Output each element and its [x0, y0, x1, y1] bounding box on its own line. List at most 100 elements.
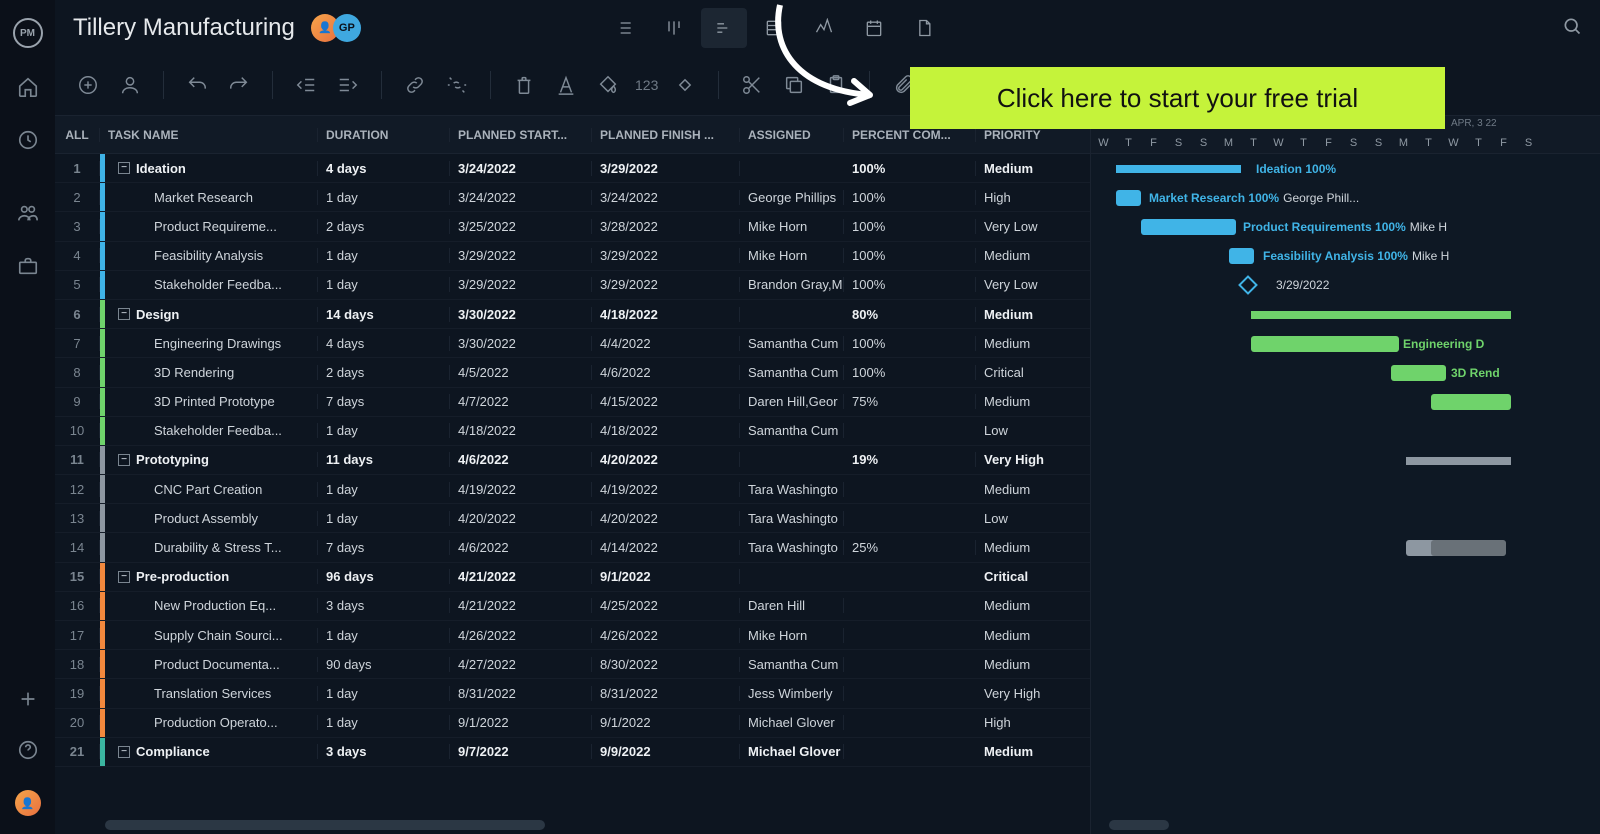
cell-duration[interactable]: 1 day [318, 482, 450, 497]
cell-assigned[interactable]: Brandon Gray,M [740, 277, 844, 292]
cell-start[interactable]: 3/29/2022 [450, 277, 592, 292]
cell-start[interactable]: 3/24/2022 [450, 161, 592, 176]
cell-assigned[interactable]: Tara Washingto [740, 482, 844, 497]
task-row[interactable]: 10Stakeholder Feedba...1 day4/18/20224/1… [55, 417, 1090, 446]
task-row[interactable]: 15−Pre-production96 days4/21/20229/1/202… [55, 563, 1090, 592]
cell-duration[interactable]: 1 day [318, 423, 450, 438]
task-row[interactable]: 83D Rendering2 days4/5/20224/6/2022Saman… [55, 358, 1090, 387]
cell-duration[interactable]: 1 day [318, 715, 450, 730]
indent-icon[interactable] [333, 70, 363, 100]
gantt-task-bar[interactable] [1406, 540, 1506, 556]
cell-assigned[interactable]: Michael Glover [740, 744, 844, 759]
cell-assigned[interactable]: George Phillips [740, 190, 844, 205]
cell-duration[interactable]: 14 days [318, 307, 450, 322]
cell-percent[interactable]: 100% [844, 336, 976, 351]
cell-duration[interactable]: 90 days [318, 657, 450, 672]
cell-finish[interactable]: 4/26/2022 [592, 628, 740, 643]
project-members[interactable]: 👤 GP [311, 14, 361, 42]
delete-icon[interactable] [509, 70, 539, 100]
task-row[interactable]: 7Engineering Drawings4 days3/30/20224/4/… [55, 329, 1090, 358]
cell-assigned[interactable]: Mike Horn [740, 628, 844, 643]
col-planned-finish[interactable]: PLANNED FINISH ... [592, 128, 740, 142]
cell-finish[interactable]: 8/31/2022 [592, 686, 740, 701]
cell-priority[interactable]: High [976, 190, 1084, 205]
task-row[interactable]: 11−Prototyping11 days4/6/20224/20/202219… [55, 446, 1090, 475]
cell-duration[interactable]: 1 day [318, 628, 450, 643]
undo-icon[interactable] [182, 70, 212, 100]
team-icon[interactable] [17, 202, 39, 227]
task-row[interactable]: 4Feasibility Analysis1 day3/29/20223/29/… [55, 242, 1090, 271]
cell-duration[interactable]: 3 days [318, 598, 450, 613]
collapse-toggle[interactable]: − [118, 746, 130, 758]
cell-finish[interactable]: 9/9/2022 [592, 744, 740, 759]
cell-assigned[interactable]: Samantha Cum [740, 365, 844, 380]
task-row[interactable]: 2Market Research1 day3/24/20223/24/2022G… [55, 183, 1090, 212]
col-priority[interactable]: PRIORITY [976, 128, 1084, 142]
cell-finish[interactable]: 4/20/2022 [592, 511, 740, 526]
cell-priority[interactable]: Critical [976, 569, 1084, 584]
cell-priority[interactable]: Medium [976, 161, 1084, 176]
cell-finish[interactable]: 4/14/2022 [592, 540, 740, 555]
gantt-summary-bar[interactable] [1116, 165, 1241, 173]
cell-percent[interactable]: 75% [844, 394, 976, 409]
add-task-icon[interactable] [73, 70, 103, 100]
unlink-icon[interactable] [442, 70, 472, 100]
cell-priority[interactable]: Medium [976, 540, 1084, 555]
cell-priority[interactable]: Very Low [976, 219, 1084, 234]
collapse-toggle[interactable]: − [118, 308, 130, 320]
task-row[interactable]: 5Stakeholder Feedba...1 day3/29/20223/29… [55, 271, 1090, 300]
user-avatar[interactable]: 👤 [15, 790, 41, 816]
cell-start[interactable]: 4/19/2022 [450, 482, 592, 497]
task-row[interactable]: 21−Compliance3 days9/7/20229/9/2022Micha… [55, 738, 1090, 767]
cell-finish[interactable]: 3/29/2022 [592, 248, 740, 263]
redo-icon[interactable] [224, 70, 254, 100]
col-planned-start[interactable]: PLANNED START... [450, 128, 592, 142]
gantt-task-bar[interactable] [1391, 365, 1446, 381]
cell-finish[interactable]: 4/18/2022 [592, 307, 740, 322]
collapse-toggle[interactable]: − [118, 571, 130, 583]
cell-duration[interactable]: 7 days [318, 540, 450, 555]
help-icon[interactable] [17, 739, 39, 764]
horizontal-scrollbar[interactable] [105, 820, 545, 830]
task-row[interactable]: 14Durability & Stress T...7 days4/6/2022… [55, 533, 1090, 562]
cell-percent[interactable]: 19% [844, 452, 976, 467]
cell-priority[interactable]: Medium [976, 598, 1084, 613]
cell-percent[interactable]: 80% [844, 307, 976, 322]
gantt-horizontal-scrollbar[interactable] [1109, 820, 1169, 830]
cell-assigned[interactable]: Tara Washingto [740, 511, 844, 526]
cell-finish[interactable]: 4/18/2022 [592, 423, 740, 438]
task-row[interactable]: 19Translation Services1 day8/31/20228/31… [55, 679, 1090, 708]
cell-finish[interactable]: 3/29/2022 [592, 161, 740, 176]
task-row[interactable]: 1−Ideation4 days3/24/20223/29/2022100%Me… [55, 154, 1090, 183]
link-icon[interactable] [400, 70, 430, 100]
board-view-icon[interactable] [651, 8, 697, 48]
fill-color-icon[interactable] [593, 70, 623, 100]
outdent-icon[interactable] [291, 70, 321, 100]
cell-duration[interactable]: 11 days [318, 452, 450, 467]
cell-duration[interactable]: 1 day [318, 686, 450, 701]
cell-start[interactable]: 8/31/2022 [450, 686, 592, 701]
cell-duration[interactable]: 7 days [318, 394, 450, 409]
cell-start[interactable]: 4/7/2022 [450, 394, 592, 409]
cell-start[interactable]: 4/27/2022 [450, 657, 592, 672]
free-trial-callout[interactable]: Click here to start your free trial [910, 67, 1445, 129]
gantt-milestone[interactable] [1238, 275, 1258, 295]
cell-percent[interactable]: 100% [844, 161, 976, 176]
gantt-summary-bar[interactable] [1406, 457, 1511, 465]
add-icon[interactable] [17, 688, 39, 713]
cell-assigned[interactable]: Daren Hill,Geor [740, 394, 844, 409]
task-row[interactable]: 18Product Documenta...90 days4/27/20228/… [55, 650, 1090, 679]
cell-start[interactable]: 4/6/2022 [450, 452, 592, 467]
cell-percent[interactable]: 100% [844, 365, 976, 380]
cell-priority[interactable]: Very High [976, 686, 1084, 701]
cell-start[interactable]: 9/1/2022 [450, 715, 592, 730]
cell-finish[interactable]: 3/24/2022 [592, 190, 740, 205]
member-avatar[interactable]: GP [333, 14, 361, 42]
cell-finish[interactable]: 9/1/2022 [592, 715, 740, 730]
cell-percent[interactable]: 100% [844, 277, 976, 292]
cell-finish[interactable]: 4/19/2022 [592, 482, 740, 497]
cell-priority[interactable]: Medium [976, 394, 1084, 409]
cell-start[interactable]: 4/20/2022 [450, 511, 592, 526]
cell-start[interactable]: 9/7/2022 [450, 744, 592, 759]
cell-assigned[interactable]: Samantha Cum [740, 657, 844, 672]
